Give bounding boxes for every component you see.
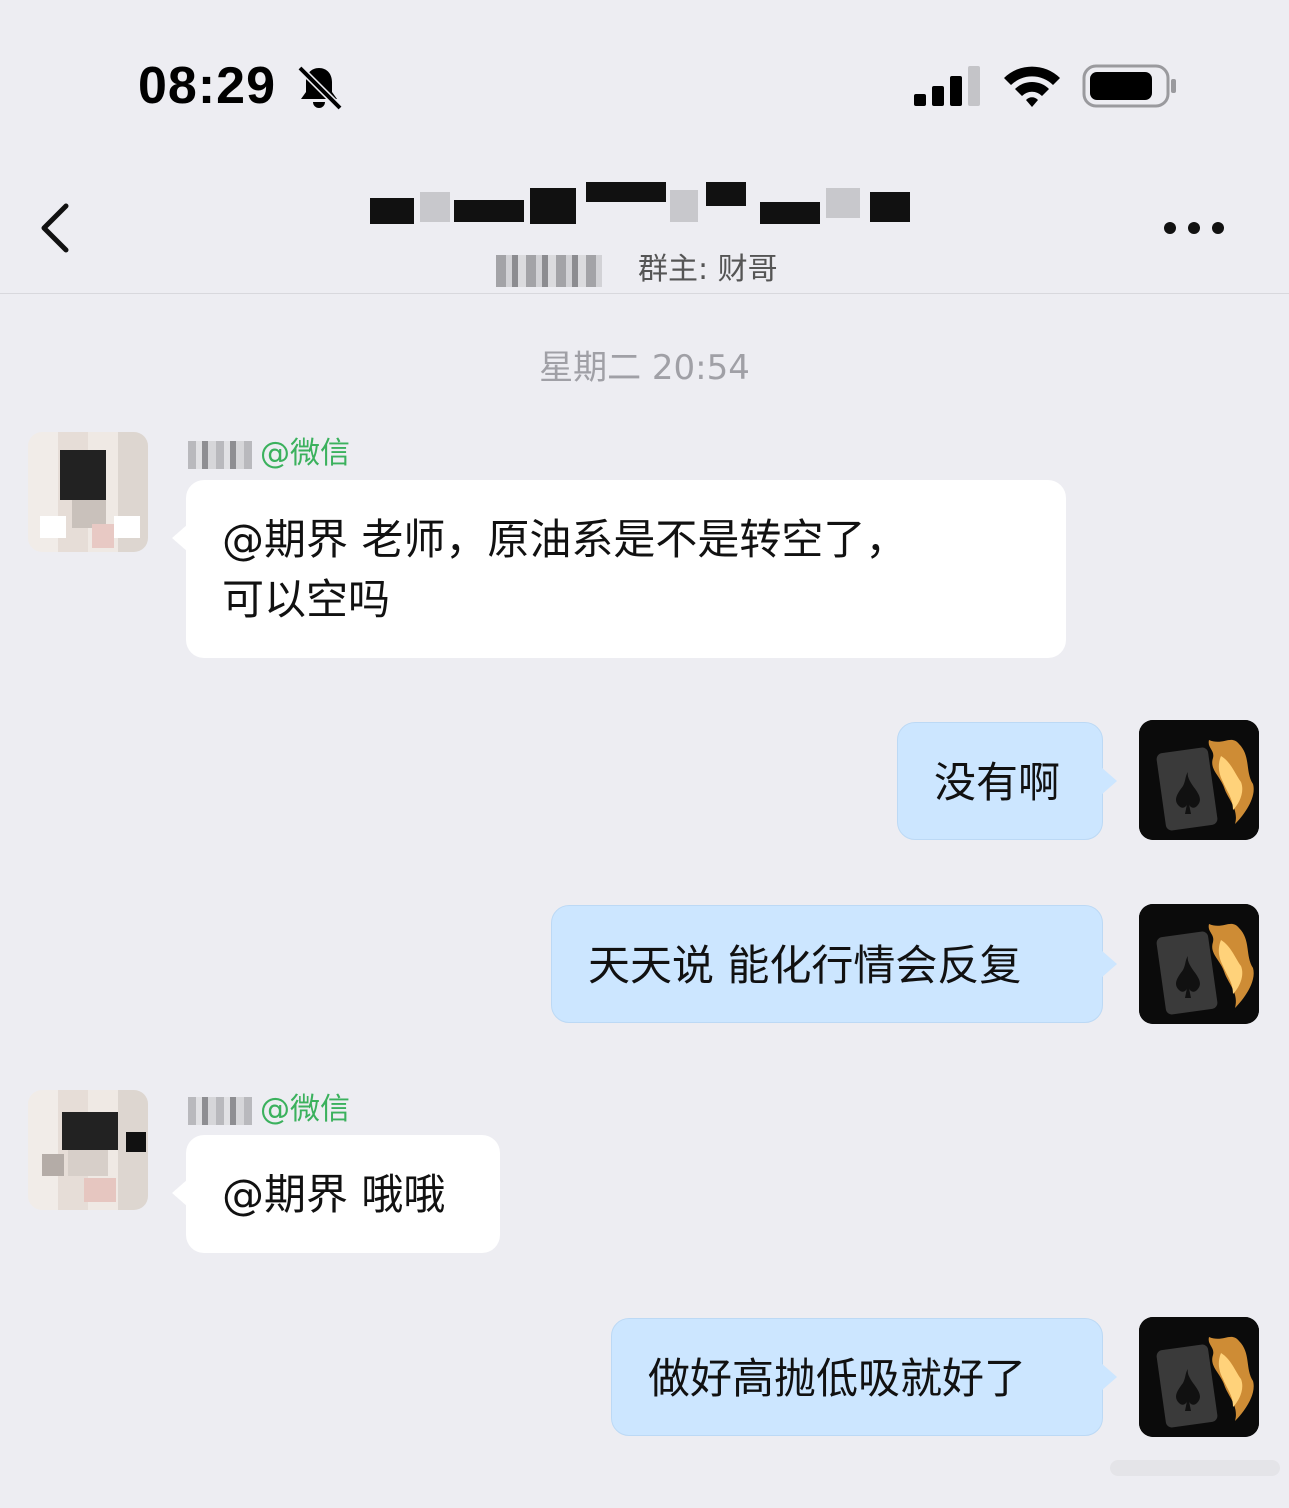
time-divider: 星期二 20:54	[539, 348, 750, 388]
message-text: @期界 哦哦	[222, 1170, 446, 1219]
avatar-pixel	[62, 1112, 118, 1150]
card-fire-avatar-icon	[1139, 904, 1259, 1024]
battery-icon	[1082, 64, 1176, 108]
message-bubble-outgoing[interactable]: 天天说 能化行情会反复	[551, 905, 1117, 1023]
sender-name: @微信	[188, 428, 350, 472]
avatar-pixel	[68, 1150, 108, 1176]
card-fire-avatar-icon	[1139, 720, 1259, 840]
home-indicator	[1110, 1460, 1280, 1476]
status-bar: 08:29	[0, 0, 1289, 160]
chat-subtitle: 群主: 财哥	[496, 244, 778, 287]
avatar-pixel	[84, 1178, 116, 1202]
more-icon[interactable]	[1162, 220, 1226, 236]
redacted-sender-name	[188, 1096, 252, 1125]
avatar-self[interactable]	[1139, 720, 1259, 840]
avatar-pixel	[92, 524, 114, 548]
message-bubble-outgoing[interactable]: 没有啊	[897, 722, 1117, 840]
avatar-self[interactable]	[1139, 904, 1259, 1024]
avatar-pixel	[114, 516, 140, 538]
message-text: 做好高抛低吸就好了	[648, 1354, 1027, 1403]
sender-wechat-tag: @微信	[260, 436, 350, 471]
bell-muted-icon	[297, 65, 343, 111]
wifi-icon	[1004, 66, 1060, 107]
group-owner-label: 群主: 财哥	[638, 252, 778, 287]
message-text: @期界 老师，原油系是不是转空了，	[222, 515, 908, 564]
sender-wechat-tag: @微信	[260, 1092, 350, 1127]
back-chevron-icon[interactable]	[36, 200, 76, 256]
message-text: 天天说 能化行情会反复	[588, 941, 1022, 990]
chat-title-redacted	[370, 182, 930, 228]
avatar-self[interactable]	[1139, 1317, 1259, 1437]
avatar-pixel	[60, 450, 106, 500]
chat-header: 群主: 财哥	[0, 160, 1289, 294]
redacted-sender-name	[188, 440, 252, 469]
signal-icon	[914, 66, 980, 106]
avatar-pixel	[42, 1154, 64, 1176]
message-text: 可以空吗	[222, 575, 391, 624]
message-text: 没有啊	[934, 758, 1061, 807]
avatar-pixel	[126, 1132, 146, 1152]
message-bubble-incoming[interactable]: @期界 哦哦	[172, 1135, 500, 1253]
avatar[interactable]	[28, 1090, 148, 1210]
redacted-group-type	[496, 254, 602, 287]
card-fire-avatar-icon	[1139, 1317, 1259, 1437]
sender-name: @微信	[188, 1084, 350, 1128]
message-bubble-outgoing[interactable]: 做好高抛低吸就好了	[611, 1318, 1117, 1436]
avatar-pixel	[40, 516, 66, 538]
avatar[interactable]	[28, 432, 148, 552]
status-time: 08:29	[138, 57, 276, 115]
message-bubble-incoming[interactable]: @期界 老师，原油系是不是转空了， 可以空吗	[172, 480, 1066, 658]
